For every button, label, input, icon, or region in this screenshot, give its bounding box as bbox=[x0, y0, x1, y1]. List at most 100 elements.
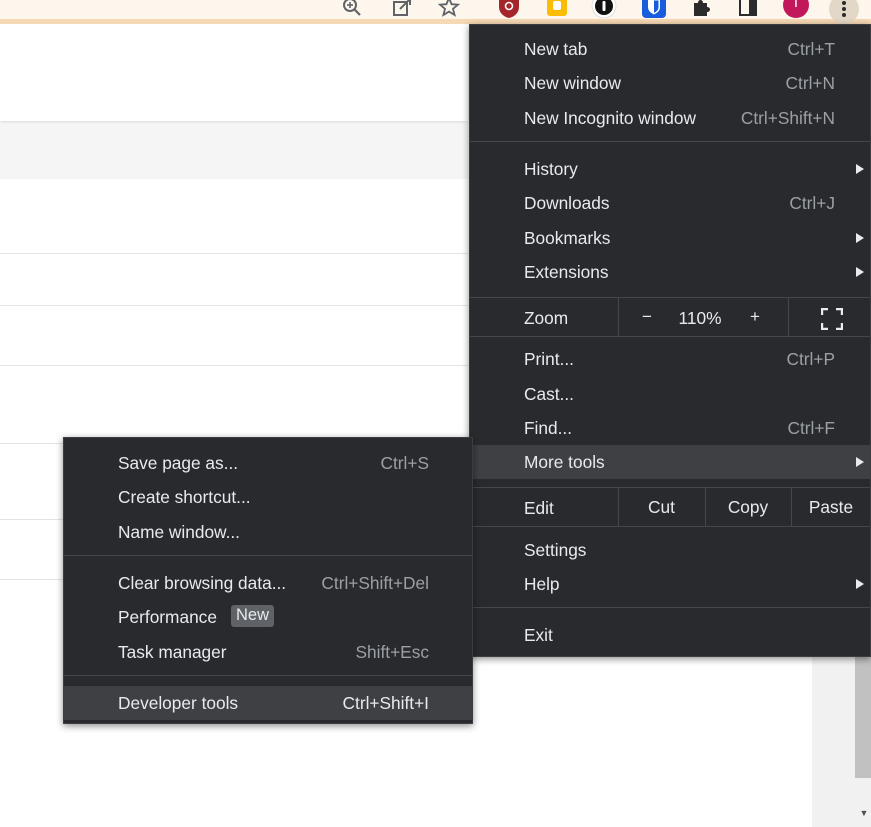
more-tools-submenu: Save page as... Ctrl+S Create shortcut..… bbox=[63, 437, 473, 724]
menu-item-label: New window bbox=[524, 73, 622, 93]
menu-item-more-tools[interactable]: More tools bbox=[470, 445, 870, 479]
bitwarden-icon[interactable] bbox=[640, 0, 668, 20]
sidepanel-icon[interactable] bbox=[734, 0, 762, 20]
menu-item-print[interactable]: Print... Ctrl+P bbox=[470, 342, 870, 376]
submenu-arrow-icon bbox=[856, 267, 864, 277]
menu-item-new-incognito[interactable]: New Incognito window Ctrl+Shift+N bbox=[470, 101, 870, 135]
scroll-down-icon[interactable]: ▼ bbox=[858, 808, 870, 818]
menu-item-label: Developer tools bbox=[118, 693, 239, 713]
menu-item-bookmarks[interactable]: Bookmarks bbox=[470, 221, 870, 255]
menu-separator bbox=[470, 141, 870, 142]
page-band bbox=[0, 124, 468, 179]
menu-item-clear-browsing-data[interactable]: Clear browsing data... Ctrl+Shift+Del bbox=[64, 566, 472, 600]
menu-item-exit[interactable]: Exit bbox=[470, 618, 870, 652]
menu-item-shortcut: Ctrl+Shift+N bbox=[740, 108, 835, 128]
menu-item-label: Task manager bbox=[118, 642, 227, 662]
zoom-in-button[interactable]: + bbox=[746, 307, 764, 327]
menu-item-new-tab[interactable]: New tab Ctrl+T bbox=[470, 32, 870, 66]
puzzle-icon[interactable] bbox=[688, 0, 716, 20]
menu-item-label: Name window... bbox=[118, 522, 240, 542]
page-row-divider bbox=[0, 365, 468, 366]
page-row-divider bbox=[0, 579, 63, 580]
menu-item-label: Extensions bbox=[524, 262, 609, 282]
menu-item-shortcut: Ctrl+J bbox=[789, 193, 835, 213]
menu-item-extensions[interactable]: Extensions bbox=[470, 255, 870, 289]
menu-separator bbox=[64, 675, 472, 676]
menu-item-label: Settings bbox=[524, 540, 587, 560]
menu-item-shortcut: Ctrl+S bbox=[380, 453, 430, 473]
menu-item-label: More tools bbox=[524, 452, 605, 472]
menu-item-label: Help bbox=[524, 574, 560, 594]
submenu-arrow-icon bbox=[856, 457, 864, 467]
menu-item-cast[interactable]: Cast... bbox=[470, 377, 870, 411]
menu-item-label: History bbox=[524, 159, 578, 179]
menu-item-task-manager[interactable]: Task manager Shift+Esc bbox=[64, 635, 472, 669]
menu-item-shortcut: Ctrl+T bbox=[787, 39, 835, 59]
menu-separator bbox=[470, 526, 870, 527]
menu-item-performance[interactable]: Performance New bbox=[64, 600, 472, 634]
menu-item-label: Downloads bbox=[524, 193, 610, 213]
share-icon[interactable] bbox=[388, 0, 416, 20]
zoom-divider bbox=[618, 298, 619, 336]
zoom-divider bbox=[788, 298, 789, 336]
star-icon[interactable] bbox=[435, 0, 463, 20]
cut-button[interactable]: Cut bbox=[618, 497, 705, 518]
paste-button[interactable]: Paste bbox=[791, 497, 871, 518]
menu-item-label: Clear browsing data... bbox=[118, 573, 287, 593]
page-row-divider bbox=[0, 253, 468, 254]
browser-toolbar: T bbox=[0, 0, 871, 24]
menu-item-label: Create shortcut... bbox=[118, 487, 251, 507]
zoom-icon[interactable] bbox=[338, 0, 366, 20]
menu-item-settings[interactable]: Settings bbox=[470, 533, 870, 567]
menu-dots-icon[interactable] bbox=[829, 0, 859, 24]
profile-initial: T bbox=[791, 0, 801, 11]
menu-item-new-window[interactable]: New window Ctrl+N bbox=[470, 66, 870, 100]
menu-item-label: Save page as... bbox=[118, 453, 239, 473]
menu-separator bbox=[470, 336, 870, 337]
chrome-main-menu: New tab Ctrl+T New window Ctrl+N New Inc… bbox=[469, 24, 871, 657]
menu-item-downloads[interactable]: Downloads Ctrl+J bbox=[470, 186, 870, 220]
page-header bbox=[0, 29, 468, 121]
scrollbar-thumb[interactable] bbox=[855, 655, 871, 778]
menu-item-label: Cast... bbox=[524, 384, 574, 404]
new-badge: New bbox=[231, 605, 275, 627]
menu-item-history[interactable]: History bbox=[470, 152, 870, 186]
menu-item-shortcut: Ctrl+Shift+Del bbox=[321, 573, 429, 593]
profile-avatar[interactable]: T bbox=[782, 0, 810, 20]
page-row-divider bbox=[0, 443, 63, 444]
menu-item-shortcut: Ctrl+N bbox=[785, 73, 835, 93]
extension-red-icon[interactable] bbox=[495, 0, 523, 20]
menu-edit-row: Edit Cut Copy Paste bbox=[470, 488, 870, 526]
password-manager-icon[interactable] bbox=[590, 0, 618, 20]
menu-item-label: Find... bbox=[524, 418, 573, 438]
copy-button[interactable]: Copy bbox=[705, 497, 791, 518]
menu-item-shortcut: Ctrl+Shift+I bbox=[342, 693, 429, 713]
extension-yellow-icon[interactable] bbox=[543, 0, 571, 20]
menu-item-help[interactable]: Help bbox=[470, 567, 870, 601]
submenu-arrow-icon bbox=[856, 233, 864, 243]
submenu-arrow-icon bbox=[856, 164, 864, 174]
zoom-out-button[interactable]: − bbox=[638, 307, 656, 327]
menu-item-label: New Incognito window bbox=[524, 108, 696, 128]
fullscreen-icon[interactable] bbox=[821, 308, 843, 330]
submenu-arrow-icon bbox=[856, 579, 864, 589]
edit-label: Edit bbox=[524, 498, 554, 518]
menu-item-shortcut: Ctrl+P bbox=[786, 349, 836, 369]
menu-item-label: New tab bbox=[524, 39, 588, 59]
menu-item-label: Exit bbox=[524, 625, 553, 645]
menu-item-shortcut: Ctrl+F bbox=[787, 418, 835, 438]
zoom-value: 110% bbox=[678, 308, 722, 328]
menu-item-create-shortcut[interactable]: Create shortcut... bbox=[64, 480, 472, 514]
menu-item-shortcut: Shift+Esc bbox=[355, 642, 429, 662]
menu-item-developer-tools[interactable]: Developer tools Ctrl+Shift+I bbox=[64, 686, 472, 720]
menu-item-name-window[interactable]: Name window... bbox=[64, 515, 472, 549]
menu-item-label: Performance bbox=[118, 607, 217, 627]
menu-zoom-row: Zoom − 110% + bbox=[470, 298, 870, 336]
menu-item-find[interactable]: Find... Ctrl+F bbox=[470, 411, 870, 445]
page-row-divider bbox=[0, 305, 468, 306]
menu-item-label: Print... bbox=[524, 349, 574, 369]
menu-item-label: Bookmarks bbox=[524, 228, 611, 248]
page-row-divider bbox=[0, 519, 63, 520]
menu-item-save-page[interactable]: Save page as... Ctrl+S bbox=[64, 446, 472, 480]
menu-separator bbox=[470, 607, 870, 608]
